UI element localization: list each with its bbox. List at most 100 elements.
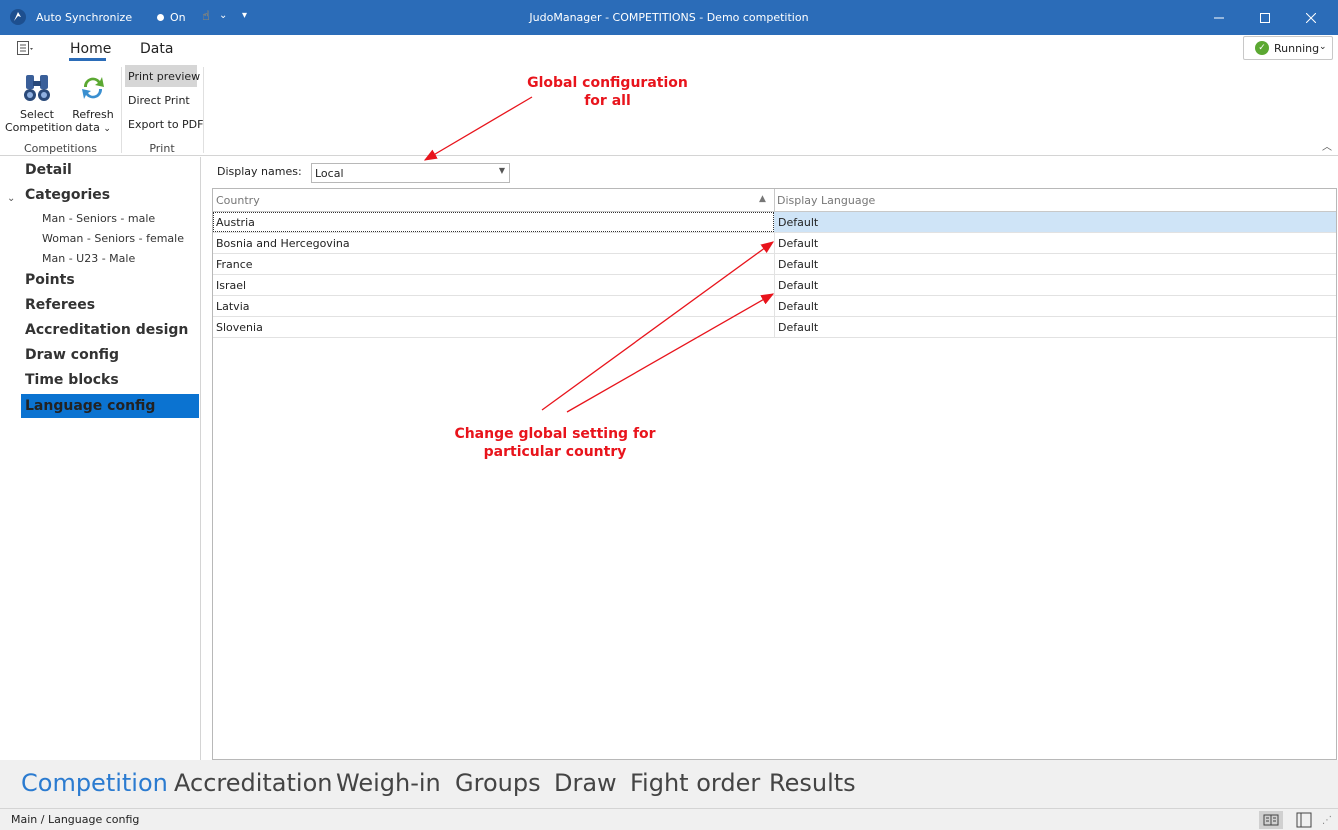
language-grid: Country ▲ Display Language Austria Defau…: [212, 188, 1337, 760]
book-view-icon: [1263, 814, 1279, 826]
cell-divider: [774, 275, 775, 296]
print-group-label: Print: [149, 142, 175, 155]
cell-divider: [774, 296, 775, 317]
reading-view-button[interactable]: [1292, 811, 1316, 829]
country-cell[interactable]: Austria: [216, 216, 255, 229]
language-cell[interactable]: Default: [778, 216, 818, 229]
main-content: Display names: Local ▼ Country ▲ Display…: [210, 157, 1338, 760]
module-groups[interactable]: Groups: [455, 769, 541, 797]
running-status-button[interactable]: ✓ Running ⌄: [1243, 36, 1333, 60]
module-draw[interactable]: Draw: [554, 769, 617, 797]
ribbon-tabs: Home Data: [0, 35, 1338, 63]
country-cell[interactable]: Slovenia: [216, 321, 263, 334]
status-bar: Main / Language config ⋰: [0, 808, 1338, 830]
annotation-text: particular country: [483, 444, 627, 460]
cell-divider: [774, 233, 775, 254]
annotation-text: for all: [584, 93, 631, 109]
column-header-display-language[interactable]: Display Language: [777, 194, 875, 207]
nav-item-detail[interactable]: Detail: [25, 162, 72, 178]
nav-item-points[interactable]: Points: [25, 272, 75, 288]
competitions-group-label: Competitions: [23, 142, 98, 155]
column-header-country[interactable]: Country: [216, 194, 260, 207]
normal-view-button[interactable]: [1259, 811, 1283, 829]
annotation-text: Global configuration: [527, 75, 688, 91]
display-names-select[interactable]: Local ▼: [311, 163, 510, 183]
direct-print-button[interactable]: Direct Print: [125, 89, 197, 111]
annotation-change-setting: Change global setting for particular cou…: [445, 425, 665, 461]
module-accreditation[interactable]: Accreditation: [174, 769, 332, 797]
group-separator: [121, 67, 122, 153]
table-row[interactable]: France Default: [213, 254, 1336, 275]
dropdown-arrow-icon: ▼: [498, 166, 505, 175]
panel-view-icon: [1296, 812, 1312, 828]
annotation-global-config: Global configuration for all: [520, 74, 695, 110]
annotation-text: Change global setting for: [454, 426, 656, 442]
maximize-icon: [1260, 12, 1270, 23]
active-tab-indicator: [69, 58, 106, 61]
refresh-data-button[interactable]: Refresh data ⌄: [70, 71, 116, 136]
language-cell[interactable]: Default: [778, 237, 818, 250]
window-title: JudoManager - COMPETITIONS - Demo compet…: [529, 11, 809, 24]
chevron-down-icon: ⌄: [103, 124, 111, 134]
breadcrumb: Main / Language config: [11, 813, 140, 826]
language-cell[interactable]: Default: [778, 321, 818, 334]
nav-item-referees[interactable]: Referees: [25, 297, 95, 313]
cell-divider: [774, 254, 775, 275]
table-row[interactable]: Israel Default: [213, 275, 1336, 296]
refresh-data-line2: data: [75, 121, 100, 134]
left-navigation: Detail ⌄ Categories Man - Seniors - male…: [0, 157, 201, 760]
nav-item-language-config[interactable]: Language config: [21, 394, 199, 418]
module-fight-order[interactable]: Fight order: [630, 769, 760, 797]
nav-item-accreditation-design[interactable]: Accreditation design: [25, 322, 188, 338]
module-navigation: Competition Accreditation Weigh-in Group…: [0, 760, 1338, 808]
nav-subitem[interactable]: Man - Seniors - male: [42, 212, 155, 225]
refresh-icon: [82, 77, 104, 99]
select-competition-button[interactable]: Select Competition: [5, 71, 73, 134]
nav-item-categories[interactable]: Categories: [25, 187, 110, 203]
check-circle-icon: ✓: [1255, 41, 1269, 55]
display-names-value: Local: [315, 167, 344, 180]
display-names-label: Display names:: [217, 165, 302, 178]
cell-divider: [774, 317, 775, 338]
nav-subitem[interactable]: Woman - Seniors - female: [42, 232, 184, 245]
minimize-button[interactable]: [1196, 0, 1242, 35]
sort-ascending-icon: ▲: [759, 194, 766, 204]
module-weigh-in[interactable]: Weigh-in: [336, 769, 441, 797]
maximize-button[interactable]: [1242, 0, 1288, 35]
table-row[interactable]: Austria Default: [213, 212, 1336, 233]
table-row[interactable]: Bosnia and Hercegovina Default: [213, 233, 1336, 254]
module-competition[interactable]: Competition: [21, 769, 168, 797]
minimize-icon: [1214, 17, 1224, 18]
export-pdf-button[interactable]: Export to PDF: [125, 113, 203, 135]
binoculars-icon: [24, 75, 50, 101]
chevron-down-icon: ⌄: [1319, 42, 1327, 52]
expand-categories-icon[interactable]: ⌄: [7, 193, 15, 204]
app-menu-icon[interactable]: [17, 41, 33, 55]
nav-item-label: Language config: [25, 398, 156, 414]
language-cell[interactable]: Default: [778, 300, 818, 313]
country-cell[interactable]: France: [216, 258, 253, 271]
module-results[interactable]: Results: [769, 769, 856, 797]
print-preview-button[interactable]: Print preview: [125, 65, 200, 87]
country-cell[interactable]: Latvia: [216, 300, 250, 313]
nav-subitem[interactable]: Man - U23 - Male: [42, 252, 135, 265]
country-cell[interactable]: Bosnia and Hercegovina: [216, 237, 350, 250]
group-separator: [203, 67, 204, 153]
close-icon: [1306, 12, 1316, 23]
language-cell[interactable]: Default: [778, 258, 818, 271]
tab-home[interactable]: Home: [70, 41, 111, 57]
collapse-ribbon-icon[interactable]: ︿: [1322, 138, 1332, 153]
language-cell[interactable]: Default: [778, 279, 818, 292]
tab-data[interactable]: Data: [140, 41, 173, 57]
table-row[interactable]: Latvia Default: [213, 296, 1336, 317]
select-competition-line2: Competition: [5, 121, 73, 134]
country-cell[interactable]: Israel: [216, 279, 246, 292]
nav-item-time-blocks[interactable]: Time blocks: [25, 372, 119, 388]
table-row[interactable]: Slovenia Default: [213, 317, 1336, 338]
nav-item-draw-config[interactable]: Draw config: [25, 347, 119, 363]
column-divider[interactable]: [774, 189, 775, 212]
grid-header: Country ▲ Display Language: [213, 189, 1336, 212]
resize-grip-icon[interactable]: ⋰: [1322, 815, 1332, 826]
close-button[interactable]: [1288, 0, 1334, 35]
refresh-data-line1: Refresh: [72, 108, 114, 121]
